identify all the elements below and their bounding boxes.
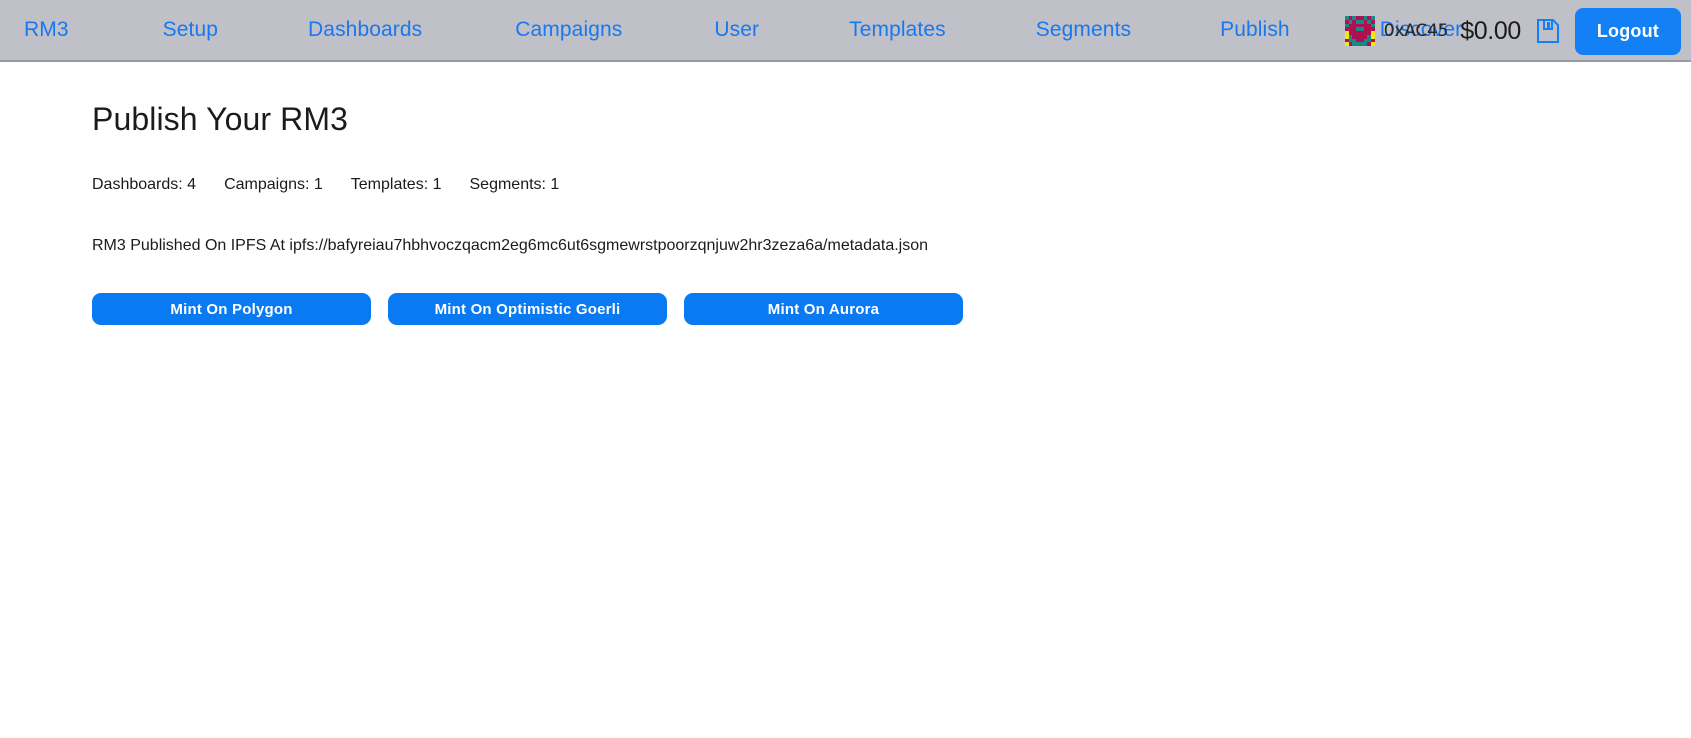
nav-link-user[interactable]: User: [704, 18, 769, 42]
mint-on-aurora-button[interactable]: Mint On Aurora: [684, 293, 963, 325]
stat-segments: Segments: 1: [469, 176, 560, 193]
nav-link-publish[interactable]: Publish: [1210, 18, 1300, 42]
stat-campaigns: Campaigns: 1: [224, 176, 323, 193]
stat-templates: Templates: 1: [350, 176, 442, 193]
nav-link-segments[interactable]: Segments: [1026, 18, 1141, 42]
nav-links-group: RM3 Setup Dashboards Campaigns User Temp…: [0, 18, 1472, 42]
top-navigation-bar: RM3 Setup Dashboards Campaigns User Temp…: [0, 0, 1691, 62]
nav-link-templates[interactable]: Templates: [839, 18, 956, 42]
stats-row: Dashboards: 4 Campaigns: 1 Templates: 1 …: [92, 176, 559, 194]
wallet-address: 0xAC45: [1383, 21, 1449, 41]
nav-link-rm3[interactable]: RM3: [14, 18, 79, 42]
mint-buttons-row: Mint On Polygon Mint On Optimistic Goerl…: [92, 293, 963, 325]
stat-dashboards: Dashboards: 4: [92, 176, 197, 193]
wallet-area: 0xAC45 $0.00 Logout: [1344, 0, 1691, 62]
nav-link-setup[interactable]: Setup: [153, 18, 228, 42]
nav-link-dashboards[interactable]: Dashboards: [298, 18, 432, 42]
nav-link-campaigns[interactable]: Campaigns: [505, 18, 632, 42]
page-title: Publish Your RM3: [92, 101, 348, 137]
logout-button[interactable]: Logout: [1574, 7, 1681, 55]
floppy-save-icon[interactable]: [1535, 17, 1561, 45]
wallet-balance: $0.00: [1460, 16, 1521, 45]
mint-on-polygon-button[interactable]: Mint On Polygon: [92, 293, 371, 325]
ipfs-status-text: RM3 Published On IPFS At ipfs://bafyreia…: [92, 237, 929, 254]
mint-on-optimistic-goerli-button[interactable]: Mint On Optimistic Goerli: [388, 293, 667, 325]
blockie-identicon-icon: [1344, 16, 1375, 46]
